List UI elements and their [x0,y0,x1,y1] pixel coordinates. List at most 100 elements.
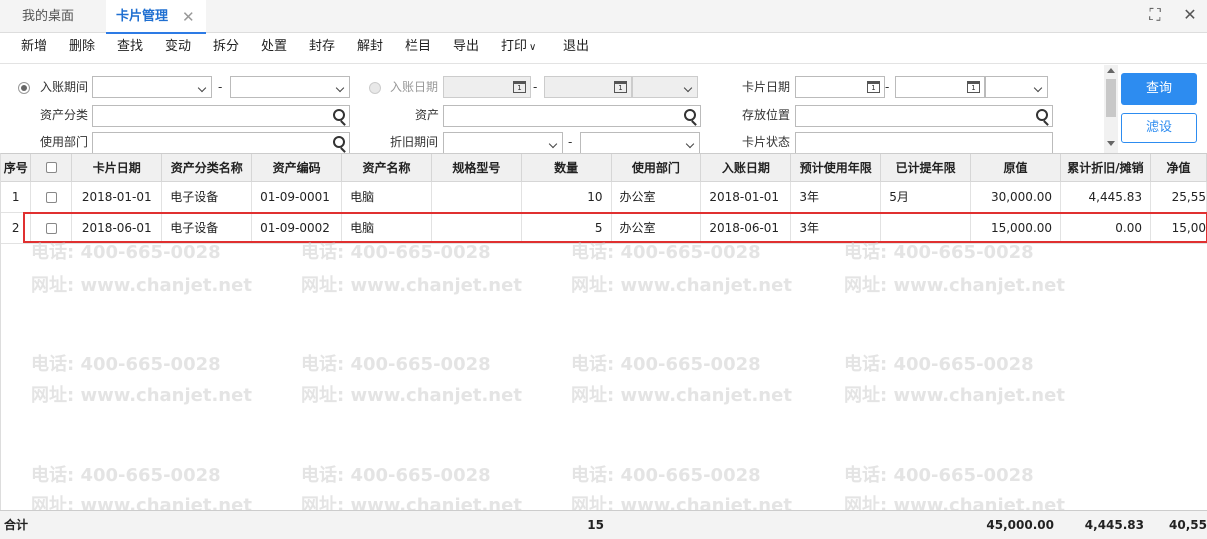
calendar-icon[interactable]: 1 [614,81,627,93]
card-date-end-input[interactable]: 1 [895,76,985,98]
filter-scrollbar[interactable] [1104,65,1118,153]
col-header-provided[interactable]: 已计提年限 [880,154,972,182]
col-header-dept[interactable]: 使用部门 [611,154,702,182]
radio-entry-date[interactable] [369,82,381,94]
dep-period-label: 折旧期间 [390,135,439,149]
entry-period-start-select[interactable] [92,76,212,98]
row-checkbox[interactable] [45,191,57,203]
watermark-site: 网址: www.chanjet.net [571,385,792,406]
toolbar: 新增 删除 查找 变动 拆分 处置 封存 解封 栏目 导出 打印 ∨ 退出 [0,34,1207,64]
watermark-phone: 电话: 400-665-0028 [301,465,491,486]
card-date-start-input[interactable]: 1 [795,76,885,98]
col-header-class[interactable]: 资产分类名称 [161,154,253,182]
card-status-input[interactable] [795,132,1053,154]
watermark-phone: 电话: 400-665-0028 [301,354,491,375]
calendar-icon[interactable]: 1 [513,81,526,93]
close-icon[interactable]: ✕ [182,0,195,34]
scroll-thumb[interactable] [1106,79,1116,117]
calendar-icon[interactable]: 1 [967,81,980,93]
calendar-icon[interactable]: 1 [867,81,880,93]
dep-period-end-select[interactable] [580,132,700,154]
chevron-down-icon: ∨ [529,42,537,53]
search-icon[interactable] [333,109,345,121]
row-select[interactable] [30,181,73,213]
dash: - [533,80,538,94]
asset-class-label: 资产分类 [40,108,89,122]
col-header-spec[interactable]: 规格型号 [431,154,522,182]
row-no: 1 [1,181,32,213]
cell-qty: 10 [521,181,612,213]
entry-date-label: 入账日期 [390,80,439,94]
select-all-checkbox[interactable] [45,162,57,174]
cell-dept: 办公室 [611,181,702,213]
scroll-up-icon[interactable] [1107,68,1115,73]
exit-button[interactable]: 退出 [563,34,589,62]
add-button[interactable]: 新增 [21,34,47,62]
split-button[interactable]: 拆分 [213,34,239,62]
watermark-phone: 电话: 400-665-0028 [31,354,221,375]
cell-class: 电子设备 [161,181,253,213]
totals-qty: 15 [587,518,604,532]
col-header-life[interactable]: 预计使用年限 [790,154,882,182]
radio-entry-period[interactable] [18,82,30,94]
unseal-button[interactable]: 解封 [357,34,383,62]
dept-input[interactable] [92,132,350,154]
print-button[interactable]: 打印 ∨ [501,34,536,62]
watermark-site: 网址: www.chanjet.net [301,275,522,296]
export-button[interactable]: 导出 [453,34,479,62]
filter-panel: 入账期间 - 入账日期 1 - 1 卡片日期 1 - 1 资产分类 资产 存放位… [0,65,1207,154]
cell-life: 3年 [790,181,882,213]
entry-date-end-input[interactable]: 1 [544,76,632,98]
window-close-icon[interactable]: ✕ [1181,6,1199,24]
columns-button[interactable]: 栏目 [405,34,431,62]
totals-net: 40,55 [1169,518,1207,532]
dept-label: 使用部门 [40,135,89,149]
cell-orig: 30,000.00 [970,181,1062,213]
tab-my-desktop[interactable]: 我的桌面 [22,0,106,33]
entry-date-start-input[interactable]: 1 [443,76,531,98]
location-input[interactable] [795,105,1053,127]
col-header-code[interactable]: 资产编码 [251,154,343,182]
search-icon[interactable] [333,136,345,148]
cell-entry-date: 2018-01-01 [700,181,792,213]
col-header-select[interactable] [30,154,73,182]
totals-label: 合计 [4,518,29,532]
watermark-site: 网址: www.chanjet.net [844,385,1065,406]
col-header-dep[interactable]: 累计折旧/摊销 [1060,154,1151,182]
entry-date-preset-select[interactable] [632,76,698,98]
table-row[interactable]: 1 2018-01-01 电子设备 01-09-0001 电脑 10 办公室 2… [1,181,1207,213]
asset-card-table: 序号 卡片日期 资产分类名称 资产编码 资产名称 规格型号 数量 使用部门 入账… [0,153,1207,539]
fullscreen-icon[interactable]: ⛶ [1146,6,1164,24]
delete-button[interactable]: 删除 [69,34,95,62]
query-button[interactable]: 查询 [1121,73,1197,105]
tab-card-management[interactable]: 卡片管理 ✕ [106,0,206,34]
search-icon[interactable] [1036,109,1048,121]
card-date-preset-select[interactable] [985,76,1048,98]
cell-net: 25,55 [1150,181,1207,213]
asset-class-input[interactable] [92,105,350,127]
dash: - [568,135,573,149]
change-button[interactable]: 变动 [165,34,191,62]
watermark-site: 网址: www.chanjet.net [571,275,792,296]
watermark-phone: 电话: 400-665-0028 [571,354,761,375]
col-header-card-date[interactable]: 卡片日期 [71,154,163,182]
seal-button[interactable]: 封存 [309,34,335,62]
find-button[interactable]: 查找 [117,34,143,62]
scroll-down-icon[interactable] [1107,141,1115,146]
cell-dep: 4,445.83 [1060,181,1151,213]
cell-provided: 5月 [880,181,972,213]
col-header-entry-date[interactable]: 入账日期 [700,154,792,182]
asset-input[interactable] [443,105,701,127]
print-label: 打印 [501,39,528,54]
col-header-name[interactable]: 资产名称 [341,154,432,182]
col-header-orig[interactable]: 原值 [970,154,1062,182]
entry-period-end-select[interactable] [230,76,350,98]
dispose-button[interactable]: 处置 [261,34,287,62]
filter-settings-button[interactable]: 滤设 [1121,113,1197,143]
col-header-no[interactable]: 序号 [1,154,32,182]
col-header-qty[interactable]: 数量 [521,154,612,182]
dep-period-start-select[interactable] [443,132,563,154]
col-header-net[interactable]: 净值 [1150,154,1207,182]
tab-bar: 我的桌面 卡片管理 ✕ ⛶ ✕ [0,0,1207,34]
search-icon[interactable] [684,109,696,121]
